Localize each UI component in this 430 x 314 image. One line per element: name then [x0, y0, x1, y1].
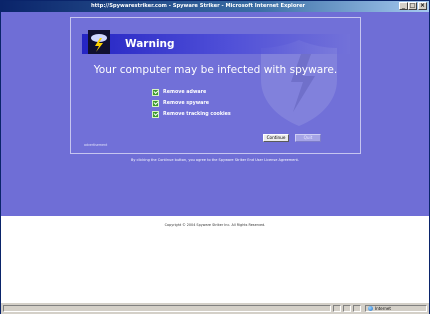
status-cell	[353, 305, 361, 312]
warning-header: Warning	[82, 34, 350, 54]
item-label: Remove adware	[163, 89, 207, 95]
globe-icon	[368, 306, 373, 311]
browser-window: http://Spywarestriker.com - Spyware Stri…	[0, 0, 430, 314]
warning-panel: Warning Your computer may be infected wi…	[70, 17, 361, 154]
window-title: http://Spywarestriker.com - Spyware Stri…	[90, 3, 306, 9]
close-button[interactable]: ×	[418, 2, 427, 10]
quit-button[interactable]: Quit	[295, 134, 321, 142]
list-item: Remove adware	[152, 87, 231, 97]
continue-button[interactable]: Continue	[263, 134, 289, 142]
minimize-button[interactable]: _	[399, 2, 408, 10]
list-item: Remove spyware	[152, 98, 231, 108]
zone-label: Internet	[375, 306, 391, 311]
maximize-button[interactable]: □	[408, 2, 417, 10]
infection-headline: Your computer may be infected with spywa…	[93, 64, 338, 76]
checkbox-icon	[152, 110, 159, 118]
item-label: Remove spyware	[163, 100, 209, 106]
page-content: Warning Your computer may be infected wi…	[1, 12, 429, 216]
advertisement-label: advertisement	[84, 143, 108, 147]
checkbox-icon	[152, 88, 159, 96]
list-item: Remove tracking cookies	[152, 109, 231, 119]
page-footer: Copyright © 2004 Spyware Striker Inc. Al…	[1, 216, 429, 302]
status-text-area	[3, 305, 331, 312]
license-notice: By clicking the Continue button, you agr…	[130, 158, 300, 162]
status-cell	[333, 305, 341, 312]
item-label: Remove tracking cookies	[163, 111, 231, 117]
warning-title: Warning	[125, 38, 175, 50]
security-zone: Internet	[365, 305, 427, 312]
removal-list: Remove adware Remove spyware Remove trac…	[152, 87, 231, 120]
copyright-text: Copyright © 2004 Spyware Striker Inc. Al…	[164, 223, 266, 227]
shield-lightning-icon	[88, 30, 110, 54]
checkbox-icon	[152, 99, 159, 107]
title-bar[interactable]: http://Spywarestriker.com - Spyware Stri…	[1, 1, 429, 12]
status-cell	[343, 305, 351, 312]
status-bar: Internet	[1, 302, 429, 314]
